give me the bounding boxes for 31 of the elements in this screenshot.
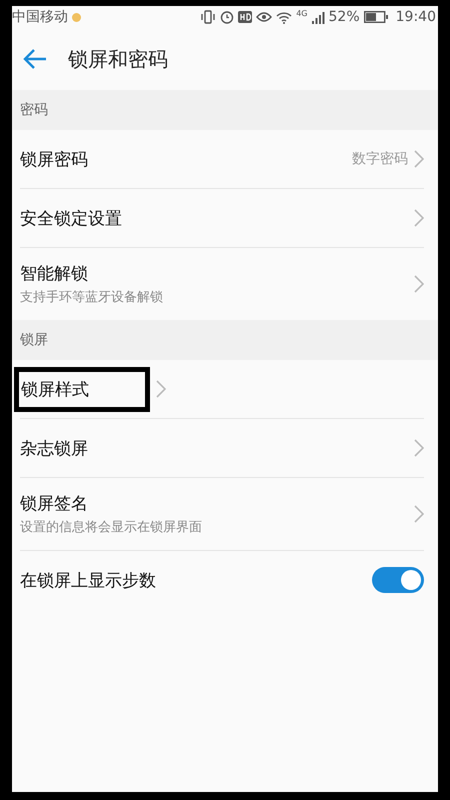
setting-label[interactable]: 在锁屏上显示步数 bbox=[20, 568, 366, 592]
section-header: 密码 bbox=[12, 90, 438, 130]
chevron-icon[interactable] bbox=[414, 209, 424, 227]
network-type: 4G bbox=[296, 9, 308, 18]
back-icon[interactable] bbox=[22, 48, 48, 70]
section-header: 锁屏 bbox=[12, 320, 438, 360]
wifi-icon bbox=[276, 10, 292, 24]
toggle-switch[interactable] bbox=[372, 567, 424, 593]
setting-label[interactable]: 杂志锁屏 bbox=[20, 436, 408, 460]
eye-icon bbox=[256, 11, 272, 23]
chevron-icon[interactable] bbox=[414, 150, 424, 168]
setting-description: 支持手环等蓝牙设备解锁 bbox=[20, 289, 164, 306]
battery-percent: 52% bbox=[328, 9, 360, 25]
hd-icon bbox=[238, 11, 252, 23]
carrier-name: 中国移动 bbox=[12, 8, 68, 26]
chevron-icon[interactable] bbox=[414, 505, 424, 523]
vibrate-icon bbox=[200, 10, 216, 24]
setting-label[interactable]: 智能解锁 bbox=[20, 262, 408, 285]
setting-label[interactable]: 锁屏密码 bbox=[20, 148, 346, 170]
battery-icon bbox=[364, 11, 388, 23]
chevron-icon[interactable] bbox=[156, 380, 166, 398]
setting-label[interactable]: 安全锁定设置 bbox=[20, 206, 408, 230]
clock: 19:40 bbox=[396, 9, 436, 25]
notification-icon bbox=[72, 12, 81, 22]
signal-icon bbox=[312, 10, 325, 24]
chevron-icon[interactable] bbox=[414, 439, 424, 457]
chevron-icon[interactable] bbox=[414, 275, 424, 293]
setting-description: 设置的信息将会显示在锁屏界面 bbox=[20, 519, 203, 536]
page-title: 锁屏和密码 bbox=[68, 46, 168, 72]
setting-label[interactable]: 锁屏签名 bbox=[20, 492, 408, 515]
setting-value: 数字密码 bbox=[352, 150, 408, 168]
